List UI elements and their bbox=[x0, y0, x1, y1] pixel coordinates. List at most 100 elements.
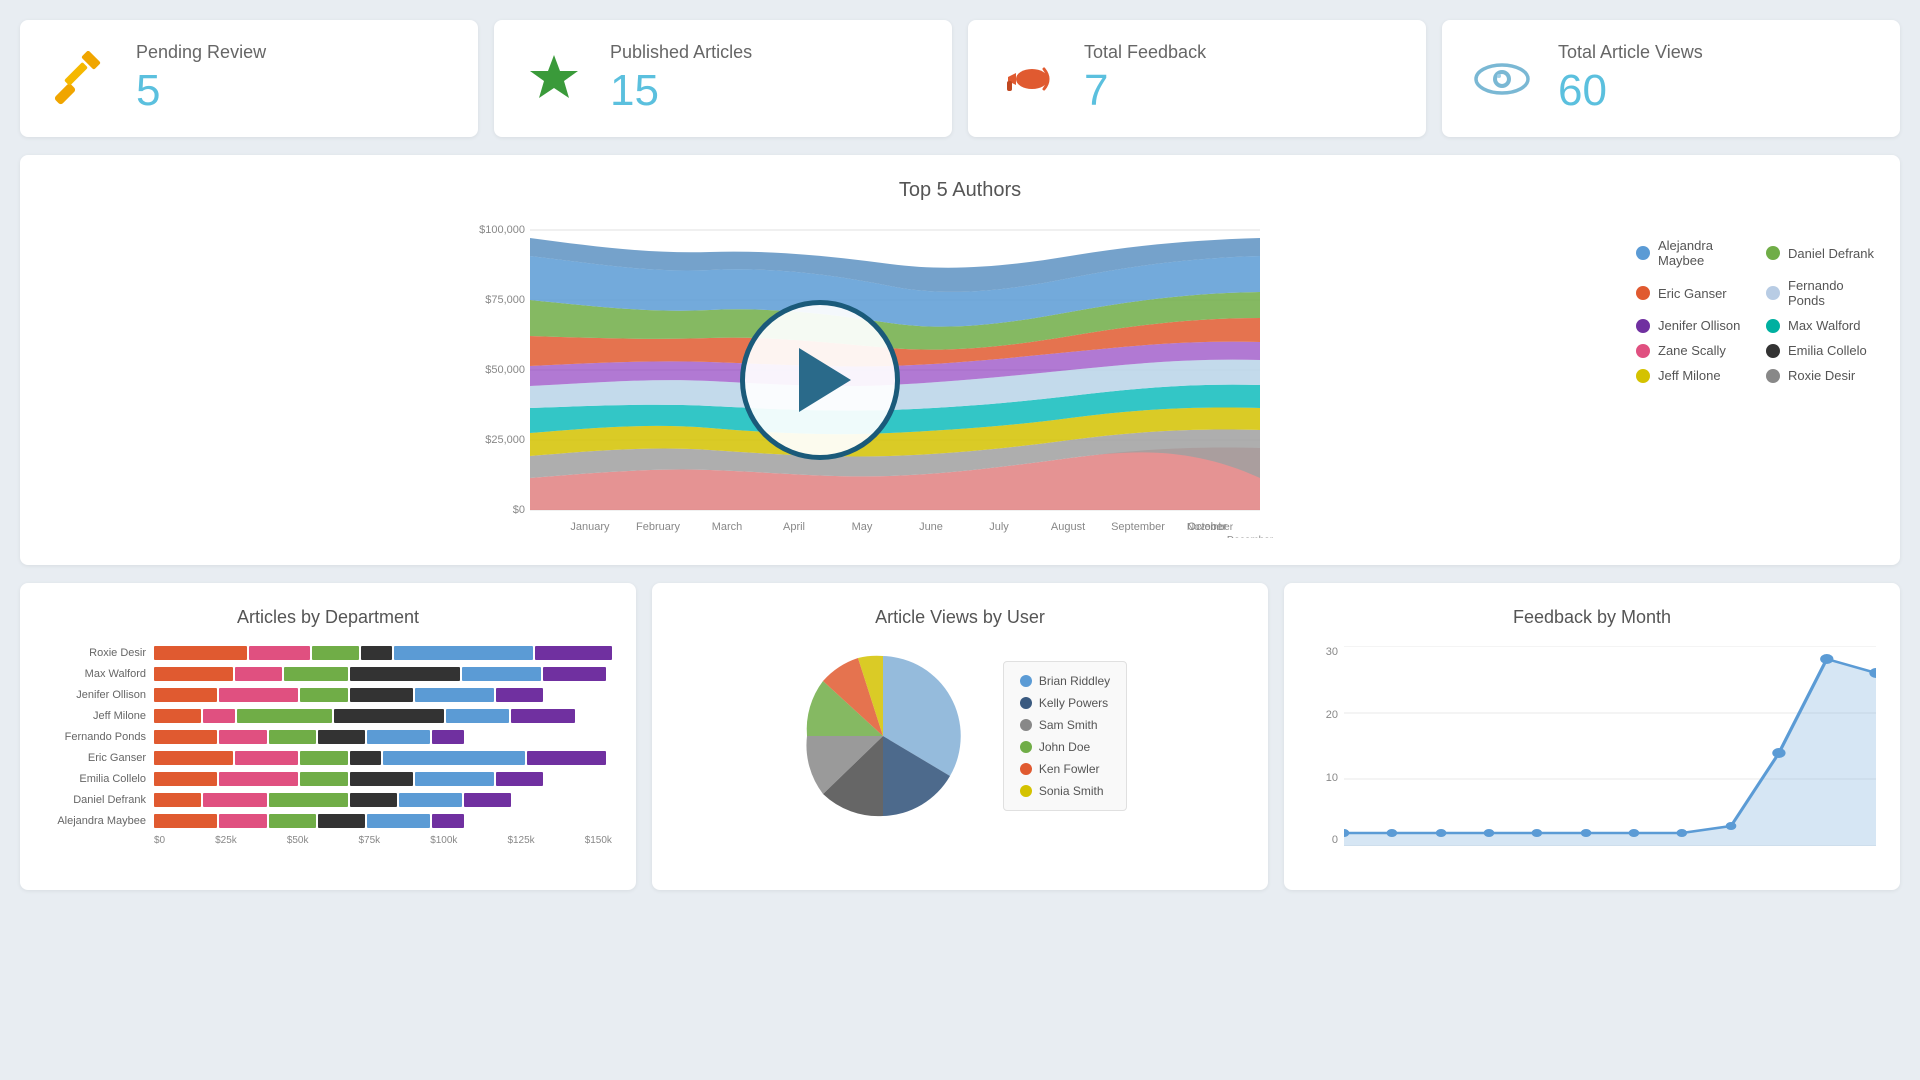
legend-label-6: Zane Scally bbox=[1658, 343, 1726, 358]
bar-segment bbox=[361, 646, 392, 660]
pie-dot-1 bbox=[1020, 697, 1032, 709]
legend-item-4: Jenifer Ollison bbox=[1636, 318, 1746, 333]
bar-track bbox=[154, 667, 612, 681]
svg-text:July: July bbox=[989, 521, 1009, 533]
legend-label-0: Alejandra Maybee bbox=[1658, 238, 1746, 268]
bar-segment bbox=[350, 772, 413, 786]
bar-segment bbox=[415, 772, 494, 786]
bar-segment bbox=[334, 709, 445, 723]
legend-label-2: Eric Ganser bbox=[1658, 286, 1727, 301]
bar-segment bbox=[154, 814, 217, 828]
star-icon bbox=[522, 47, 586, 111]
pie-label-5: Sonia Smith bbox=[1039, 784, 1104, 798]
bar-segment bbox=[350, 688, 413, 702]
top-authors-title: Top 5 Authors bbox=[44, 179, 1876, 202]
hammer-icon bbox=[48, 47, 112, 111]
pie-legend-item-2: Sam Smith bbox=[1020, 718, 1110, 732]
bar-row: Fernando Ponds bbox=[44, 730, 612, 744]
bar-segment bbox=[269, 793, 348, 807]
pie-dot-2 bbox=[1020, 719, 1032, 731]
bar-segment bbox=[464, 793, 511, 807]
legend-item-9: Jeff Milone bbox=[1636, 368, 1746, 383]
svg-text:September: September bbox=[1111, 521, 1165, 533]
bar-track bbox=[154, 730, 612, 744]
pie-legend-item-0: Brian Riddley bbox=[1020, 674, 1110, 688]
bar-segment bbox=[154, 667, 233, 681]
legend-label-10: Roxie Desir bbox=[1788, 368, 1855, 383]
bar-segment bbox=[219, 730, 266, 744]
pie-dot-4 bbox=[1020, 763, 1032, 775]
legend-dot-4 bbox=[1636, 319, 1650, 333]
svg-text:February: February bbox=[636, 521, 681, 533]
bar-label: Fernando Ponds bbox=[44, 731, 154, 743]
stat-info-published: Published Articles 15 bbox=[610, 42, 752, 115]
svg-text:$0: $0 bbox=[513, 504, 525, 516]
pie-legend-item-5: Sonia Smith bbox=[1020, 784, 1110, 798]
megaphone-icon bbox=[996, 47, 1060, 111]
chart-area: $100,000 $75,000 $50,000 $25,000 $0 bbox=[44, 218, 1876, 541]
bar-row: Eric Ganser bbox=[44, 751, 612, 765]
bar-segment bbox=[154, 730, 217, 744]
bar-label: Jeff Milone bbox=[44, 710, 154, 722]
bar-segment bbox=[432, 814, 464, 828]
bar-label: Eric Ganser bbox=[44, 752, 154, 764]
bar-segment bbox=[300, 751, 347, 765]
svg-text:December: December bbox=[1227, 535, 1274, 538]
stat-card-views: Total Article Views 60 bbox=[1442, 20, 1900, 137]
line-chart-area: 30 20 10 0 bbox=[1308, 646, 1876, 866]
bar-segment bbox=[269, 814, 316, 828]
svg-text:August: August bbox=[1051, 521, 1085, 533]
pie-label-1: Kelly Powers bbox=[1039, 696, 1108, 710]
bar-segment bbox=[399, 793, 462, 807]
svg-text:January: January bbox=[570, 521, 610, 533]
y-label-0: 0 bbox=[1332, 834, 1338, 846]
pie-dot-0 bbox=[1020, 675, 1032, 687]
stat-card-published: Published Articles 15 bbox=[494, 20, 952, 137]
bar-x-axis: $0 $25k $50k $75k $100k $125k $150k bbox=[154, 835, 612, 846]
y-label-10: 10 bbox=[1326, 772, 1338, 784]
bar-row: Roxie Desir bbox=[44, 646, 612, 660]
bar-segment bbox=[543, 667, 606, 681]
legend-label-3: Fernando Ponds bbox=[1788, 278, 1876, 308]
bar-label: Daniel Defrank bbox=[44, 794, 154, 806]
bar-segment bbox=[367, 814, 430, 828]
play-button[interactable] bbox=[740, 300, 900, 460]
y-axis: 30 20 10 0 bbox=[1308, 646, 1342, 846]
bar-segment bbox=[318, 814, 365, 828]
legend-label-5: Max Walford bbox=[1788, 318, 1860, 333]
bar-row: Emilia Collelo bbox=[44, 772, 612, 786]
bar-label: Alejandra Maybee bbox=[44, 815, 154, 827]
bar-segment bbox=[446, 709, 509, 723]
pie-label-3: John Doe bbox=[1039, 740, 1090, 754]
legend-dot-9 bbox=[1636, 369, 1650, 383]
bar-segment bbox=[367, 730, 430, 744]
bar-segment bbox=[219, 688, 298, 702]
bar-segment bbox=[154, 709, 201, 723]
dashboard: Pending Review 5 Published Articles 15 bbox=[0, 0, 1920, 910]
legend-item-6: Zane Scally bbox=[1636, 343, 1746, 358]
bar-segment bbox=[312, 646, 358, 660]
legend-dot-6 bbox=[1636, 344, 1650, 358]
svg-text:$100,000: $100,000 bbox=[479, 224, 525, 236]
legend-grid: Alejandra Maybee Daniel Defrank Eric Gan… bbox=[1636, 238, 1876, 393]
bottom-row: Articles by Department Roxie DesirMax Wa… bbox=[20, 583, 1900, 890]
bar-segment bbox=[237, 709, 332, 723]
pie-label-4: Ken Fowler bbox=[1039, 762, 1100, 776]
streamgraph-container: $100,000 $75,000 $50,000 $25,000 $0 bbox=[44, 218, 1596, 541]
stat-label-published: Published Articles bbox=[610, 42, 752, 63]
bar-label: Roxie Desir bbox=[44, 647, 154, 659]
bar-row: Jenifer Ollison bbox=[44, 688, 612, 702]
bar-segment bbox=[415, 688, 494, 702]
legend-label-1: Daniel Defrank bbox=[1788, 246, 1874, 261]
bar-row: Max Walford bbox=[44, 667, 612, 681]
legend-item-3: Fernando Ponds bbox=[1766, 278, 1876, 308]
pie-legend: Brian Riddley Kelly Powers Sam Smith Joh… bbox=[1003, 661, 1127, 811]
bar-track bbox=[154, 814, 612, 828]
pie-legend-item-3: John Doe bbox=[1020, 740, 1110, 754]
bar-segment bbox=[269, 730, 316, 744]
pie-area: Brian Riddley Kelly Powers Sam Smith Joh… bbox=[676, 646, 1244, 826]
bar-segment bbox=[432, 730, 464, 744]
legend-label-8: Emilia Collelo bbox=[1788, 343, 1867, 358]
bar-segment bbox=[300, 688, 347, 702]
article-views-title: Article Views by User bbox=[676, 607, 1244, 628]
